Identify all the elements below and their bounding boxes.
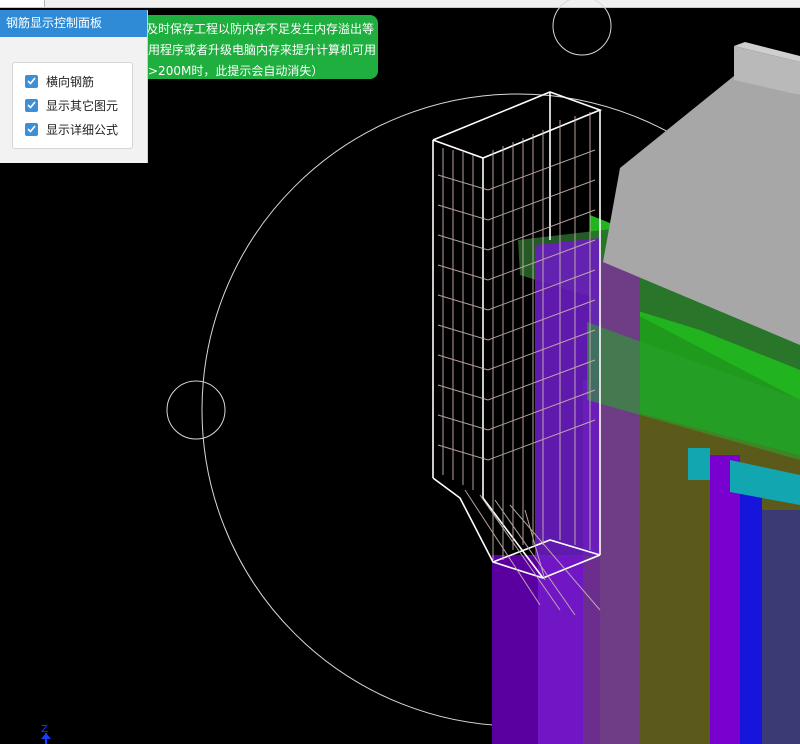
toast-line-1: 及时保存工程以防内存不足发生内存溢出等 [146, 22, 375, 36]
checkbox-show-other-elements[interactable] [25, 98, 38, 112]
axis-z-label: Z [41, 724, 48, 735]
option-label: 显示其它图元 [46, 98, 119, 113]
option-show-other-elements[interactable]: 显示其它图元 [25, 96, 118, 114]
panel-title[interactable]: 钢筋显示控制面板 [0, 10, 147, 37]
option-show-detailed-formula[interactable]: 显示详细公式 [25, 120, 118, 138]
toast-line-3: >200M时，此提示会自动消失） [148, 64, 324, 78]
model-elements[interactable] [492, 42, 800, 744]
orbit-handle-top[interactable] [552, 0, 612, 56]
checkbox-transverse-rebar[interactable] [25, 74, 38, 88]
axis-indicator: Z [41, 724, 51, 744]
checkbox-show-detailed-formula[interactable] [25, 122, 38, 136]
option-label: 显示详细公式 [46, 122, 119, 137]
memory-warning-toast[interactable]: 及时保存工程以防内存不足发生内存溢出等 用程序或者升级电脑内存来提升计算机可用 … [142, 15, 378, 79]
option-transverse-rebar[interactable]: 横向钢筋 [25, 72, 94, 90]
options-group: 横向钢筋 显示其它图元 显示详细公式 [12, 62, 133, 149]
option-label: 横向钢筋 [46, 74, 95, 89]
rebar-display-control-panel: 钢筋显示控制面板 横向钢筋 显示其它图元 显示详细公式 [0, 10, 148, 163]
orbit-handle-left[interactable] [166, 380, 226, 440]
toast-line-2: 用程序或者升级电脑内存来提升计算机可用 [148, 43, 377, 57]
